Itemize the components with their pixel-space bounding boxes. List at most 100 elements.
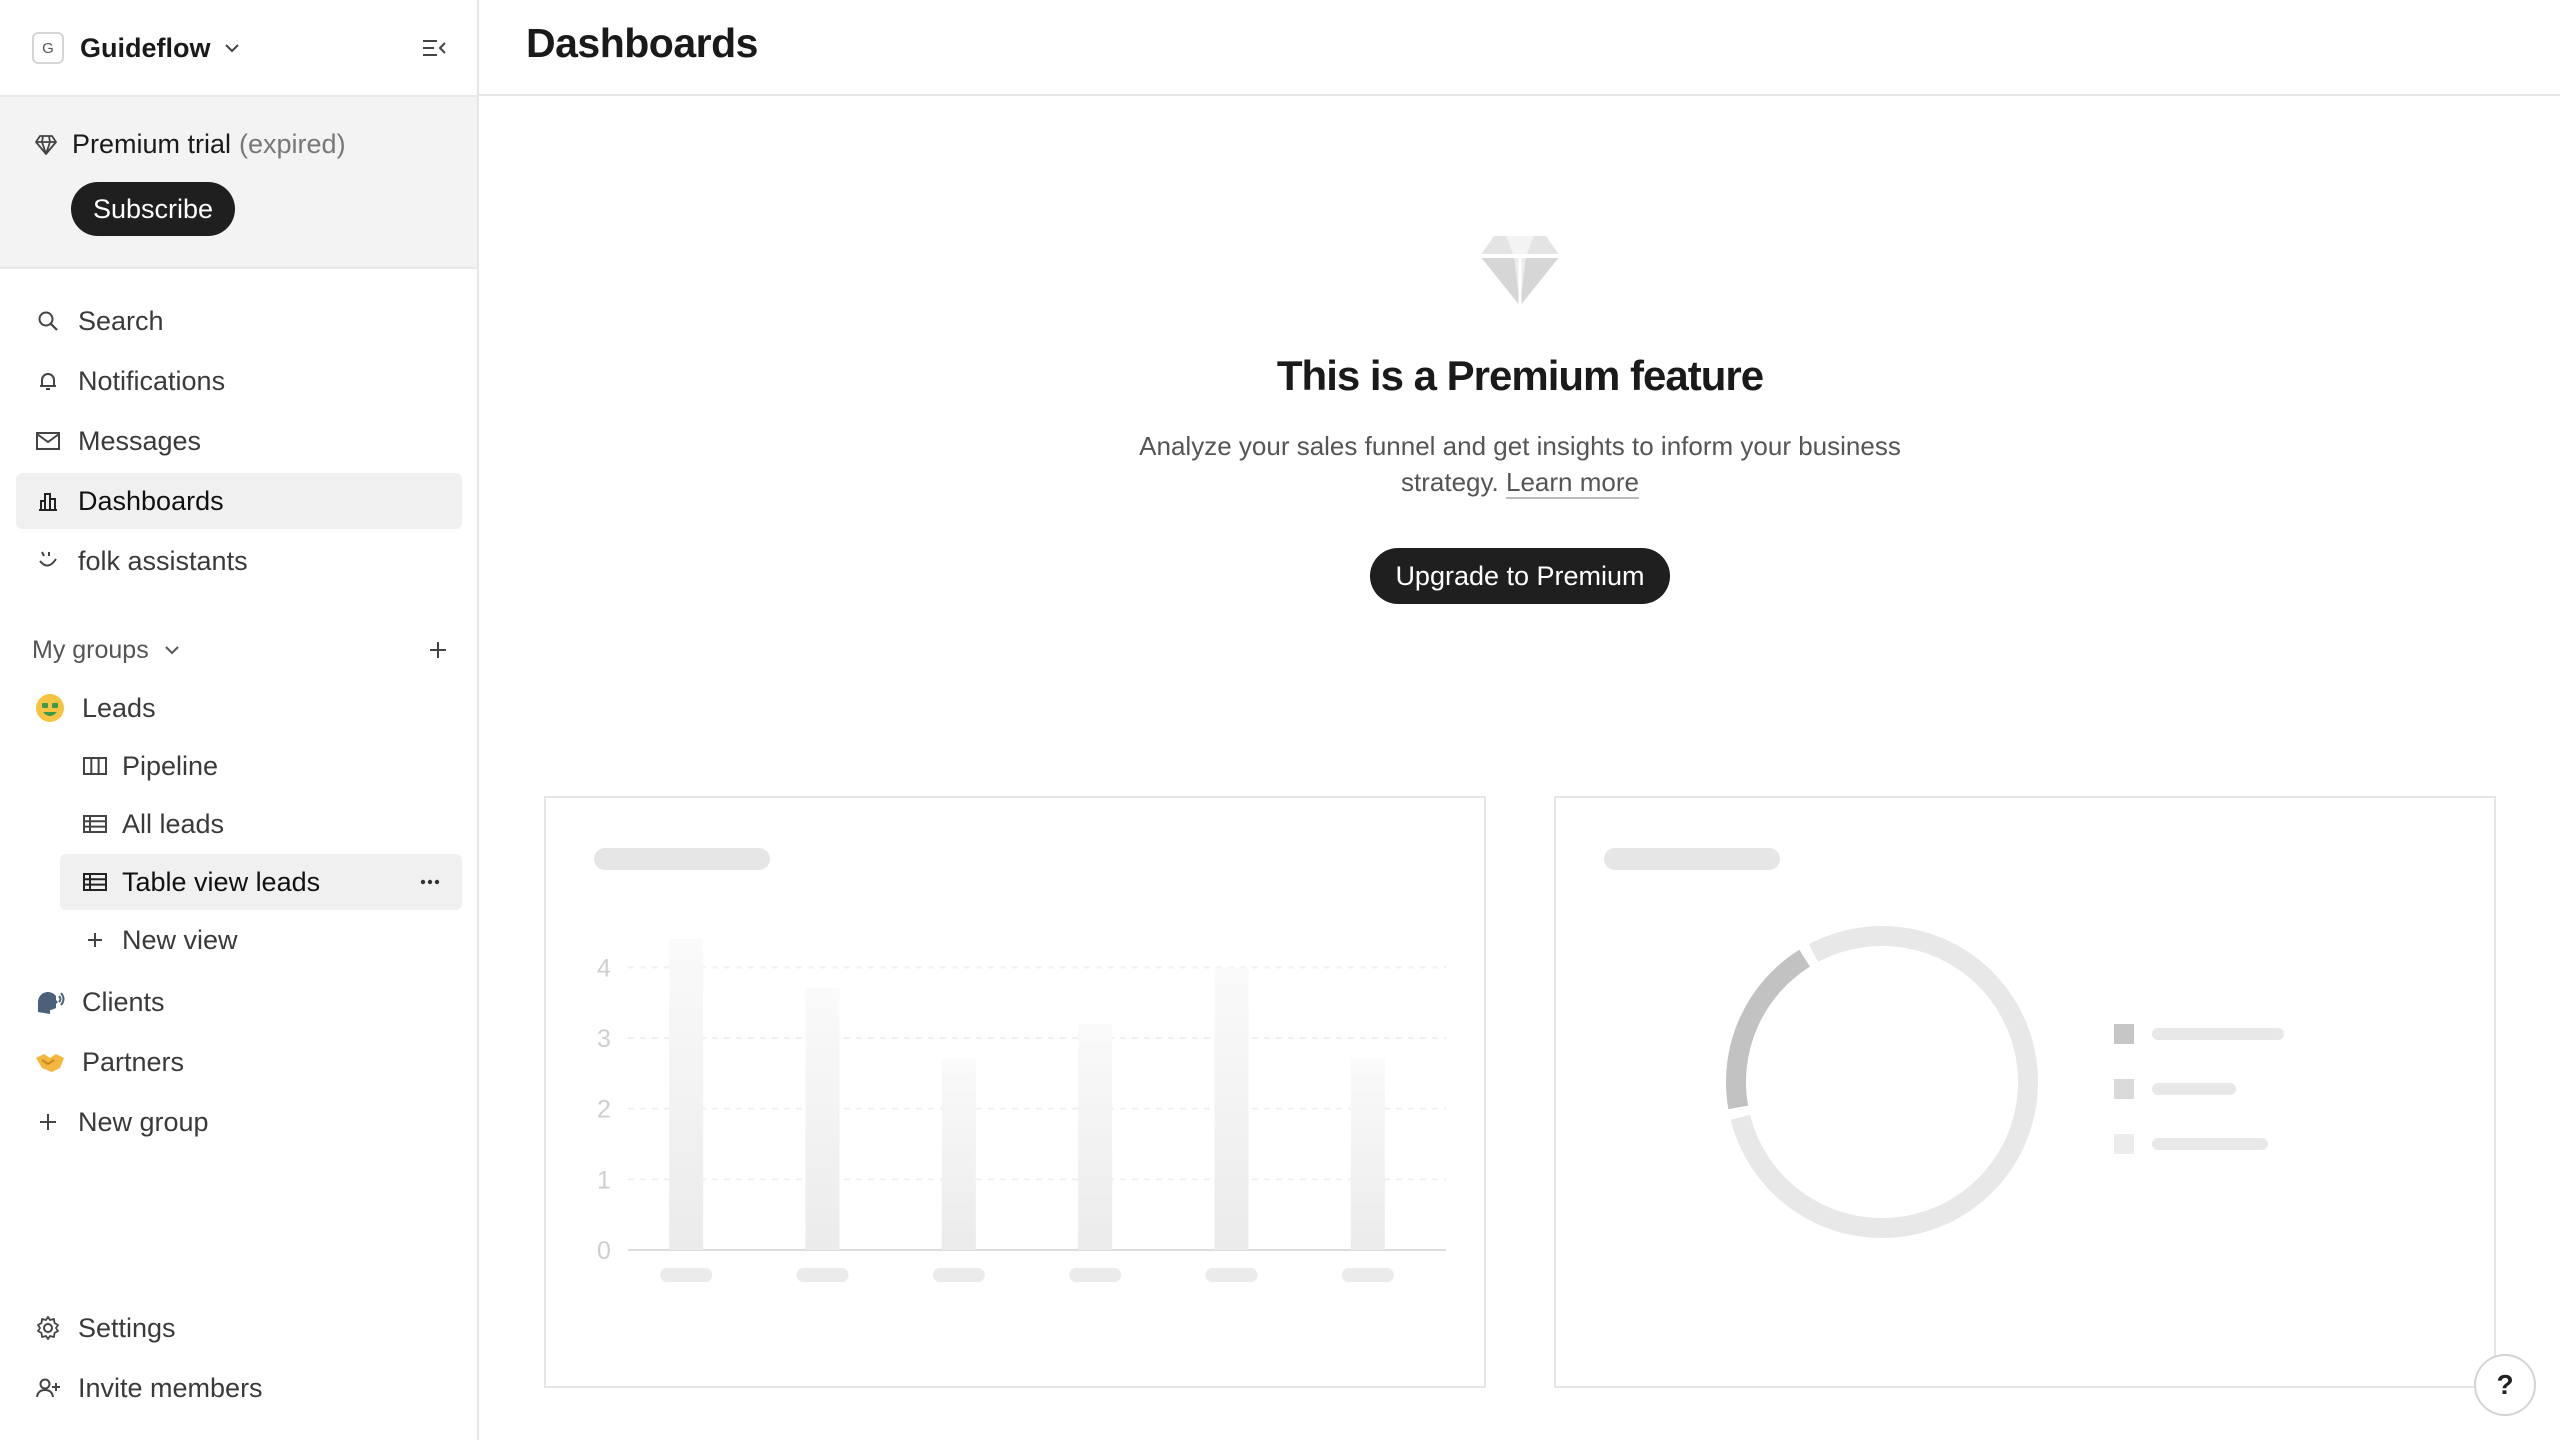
y-tick-label: 2	[597, 1096, 611, 1124]
premium-feature-title: This is a Premium feature	[1276, 352, 1764, 399]
mail-icon	[36, 432, 60, 450]
nav-item-notifications[interactable]: Notifications	[16, 353, 462, 409]
donut-segment	[1726, 949, 1811, 1110]
table-icon	[83, 873, 107, 891]
card-title-skeleton	[594, 848, 770, 870]
legend-label-skeleton	[2152, 1138, 2268, 1150]
y-tick-label: 3	[597, 1025, 611, 1053]
gear-icon	[37, 1316, 59, 1340]
bar	[941, 1059, 976, 1250]
legend-label-skeleton	[2152, 1083, 2236, 1095]
collapse-sidebar-icon	[423, 40, 446, 56]
view-item-table-view-leads[interactable]: Table view leads	[60, 854, 462, 910]
view-label: All leads	[122, 808, 225, 839]
nav-item-dashboards[interactable]: Dashboards	[16, 473, 462, 529]
group-label: Partners	[82, 1046, 185, 1077]
nav-label: Invite members	[78, 1372, 263, 1403]
legend-swatch	[2114, 1079, 2134, 1099]
new-group-button[interactable]: New group	[16, 1094, 462, 1150]
x-tick-skeleton	[1205, 1268, 1258, 1282]
group-label: Clients	[82, 986, 165, 1017]
bar	[1078, 1023, 1113, 1250]
trial-status: (expired)	[239, 129, 346, 159]
y-tick-label: 1	[597, 1166, 611, 1194]
donut-chart-placeholder-card	[1554, 796, 2496, 1388]
handshake-emoji-icon	[36, 1054, 64, 1072]
nav-label: New group	[78, 1106, 209, 1137]
money-mouth-emoji-icon	[36, 694, 64, 722]
nav-item-folk-assistants[interactable]: folk assistants	[16, 533, 462, 589]
new-view-button[interactable]: New view	[60, 912, 462, 968]
bell-icon	[40, 373, 56, 390]
diamond-icon	[1480, 236, 1560, 306]
bar-chart: 0 1 2 3 4	[594, 848, 1446, 1282]
my-groups-label: My groups	[32, 635, 149, 664]
chevron-down-icon[interactable]	[163, 641, 181, 659]
donut-chart	[1604, 848, 2284, 1238]
plus-icon	[40, 1114, 56, 1130]
trial-title: Premium trial	[72, 129, 232, 159]
help-button[interactable]: ?	[2474, 1354, 2536, 1416]
nav-label: Dashboards	[78, 485, 224, 516]
search-icon	[38, 311, 58, 331]
add-group-icon[interactable]	[424, 636, 452, 664]
bar	[669, 939, 704, 1250]
bar	[1214, 967, 1249, 1250]
sidebar: G Guideflow Premium trial (expired) Subs…	[0, 0, 479, 1440]
nav-label: folk assistants	[78, 545, 248, 576]
subscribe-button[interactable]: Subscribe	[71, 182, 236, 236]
x-tick-skeleton	[796, 1268, 849, 1282]
group-label: Leads	[82, 692, 156, 723]
view-label: Table view leads	[122, 866, 321, 897]
assistant-face-icon	[39, 551, 57, 567]
premium-feature-description: Analyze your sales funnel and get insigh…	[1120, 428, 1920, 500]
card-title-skeleton	[1604, 848, 1780, 870]
legend-label-skeleton	[2152, 1028, 2284, 1040]
nav-label: Messages	[78, 425, 202, 456]
workspace-logo: G	[32, 32, 64, 64]
plus-icon	[88, 933, 102, 947]
bar-chart-placeholder-card: 0 1 2 3 4	[544, 796, 1486, 1388]
x-tick-skeleton	[1069, 1268, 1122, 1282]
page-title: Dashboards	[526, 20, 758, 66]
header-divider	[479, 94, 2560, 96]
upgrade-to-premium-button[interactable]: Upgrade to Premium	[1370, 548, 1670, 604]
x-tick-skeleton	[1341, 1268, 1394, 1282]
view-item-all-leads[interactable]: All leads	[60, 796, 462, 852]
table-icon	[83, 815, 107, 833]
nav-item-search[interactable]: Search	[16, 293, 462, 349]
workspace-name: Guideflow	[80, 32, 211, 63]
chevron-down-icon	[224, 44, 239, 53]
nav-label: Notifications	[78, 365, 226, 396]
y-tick-label: 4	[597, 954, 611, 982]
bar-chart-icon	[39, 493, 57, 511]
group-item-partners[interactable]: Partners	[16, 1034, 462, 1090]
bar	[805, 988, 840, 1250]
premium-trial-banner: Premium trial (expired) Subscribe	[0, 95, 477, 269]
legend-swatch	[2114, 1134, 2134, 1154]
y-tick-label: 0	[597, 1237, 611, 1265]
view-item-pipeline[interactable]: Pipeline	[60, 738, 462, 794]
nav-item-messages[interactable]: Messages	[16, 413, 462, 469]
nav-item-settings[interactable]: Settings	[16, 1300, 462, 1356]
nav-item-invite-members[interactable]: Invite members	[16, 1360, 462, 1416]
nav-label: Settings	[78, 1312, 176, 1343]
collapse-sidebar-button[interactable]	[416, 30, 452, 66]
group-item-leads[interactable]: Leads	[16, 680, 462, 736]
x-tick-skeleton	[932, 1268, 985, 1282]
x-tick-skeleton	[660, 1268, 713, 1282]
columns-icon	[83, 757, 107, 775]
my-groups-header: My groups	[32, 630, 462, 670]
learn-more-link[interactable]: Learn more	[1506, 467, 1639, 499]
more-options-icon[interactable]	[416, 868, 444, 896]
nav-label: Search	[78, 305, 164, 336]
workspace-switcher[interactable]: G Guideflow	[32, 30, 241, 66]
group-item-clients[interactable]: Clients	[16, 974, 462, 1030]
speaking-head-emoji-icon	[38, 992, 65, 1014]
add-user-icon	[36, 1378, 60, 1398]
legend-swatch	[2114, 1024, 2134, 1044]
bar	[1350, 1059, 1385, 1250]
view-label: New view	[122, 924, 238, 955]
diamond-icon	[35, 134, 57, 155]
view-label: Pipeline	[122, 750, 219, 781]
